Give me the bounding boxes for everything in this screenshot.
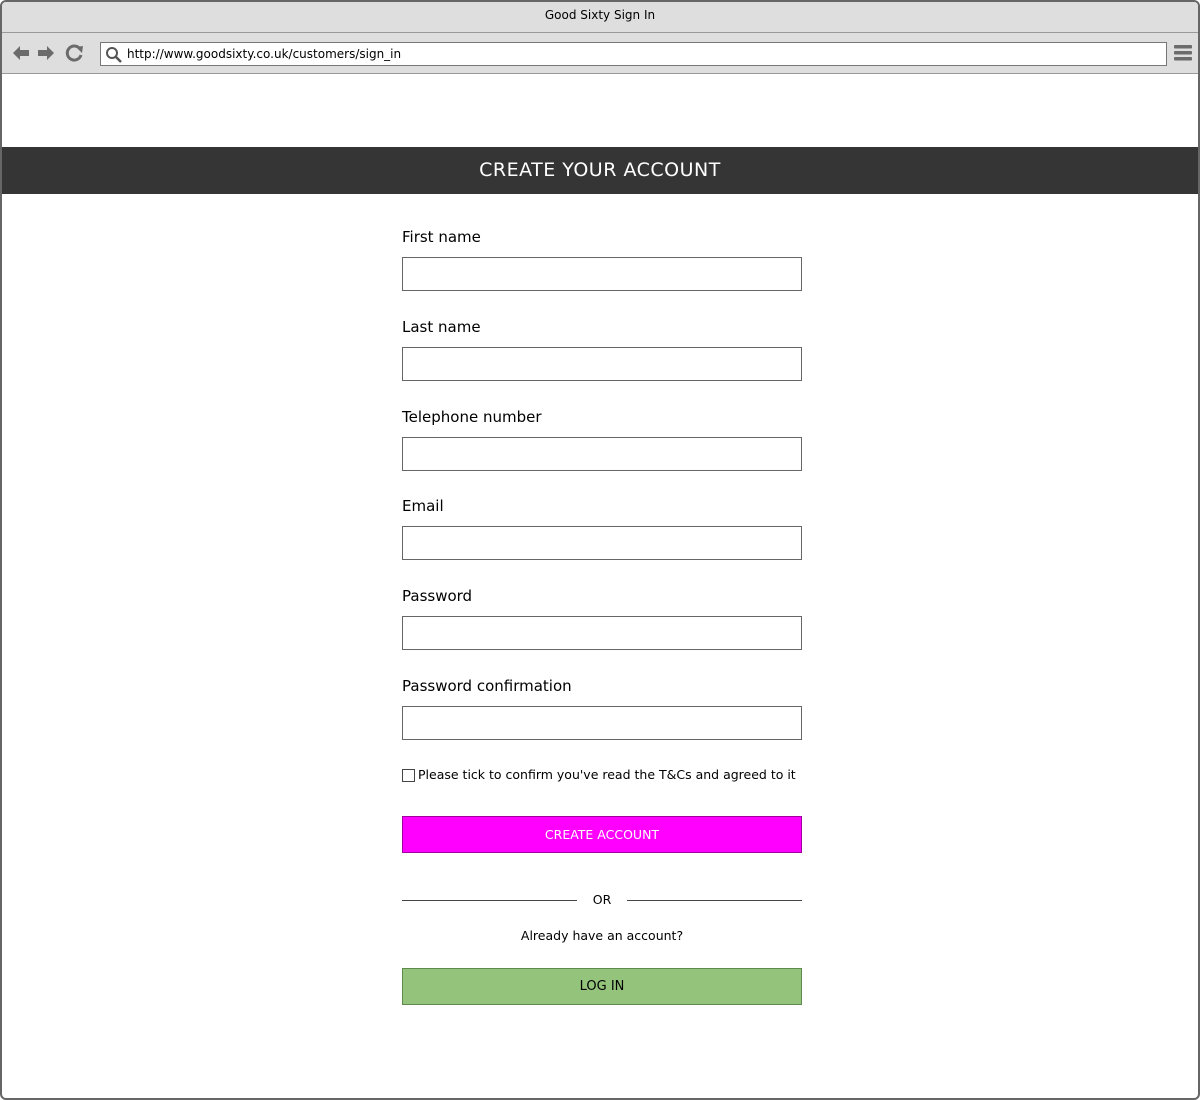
or-divider: OR <box>402 892 802 908</box>
telephone-input[interactable] <box>402 437 802 471</box>
search-icon <box>105 46 123 68</box>
email-label: Email <box>402 497 444 515</box>
password-confirmation-label: Password confirmation <box>402 677 572 695</box>
page-title: CREATE YOUR ACCOUNT <box>479 159 721 181</box>
password-label: Password <box>402 587 473 605</box>
forward-arrow-icon[interactable] <box>35 43 57 63</box>
last-name-label: Last name <box>402 318 481 336</box>
browser-toolbar <box>2 33 1198 74</box>
reload-icon[interactable] <box>64 43 86 63</box>
url-input[interactable] <box>127 45 1157 63</box>
address-bar[interactable] <box>100 42 1167 66</box>
telephone-label: Telephone number <box>402 408 542 426</box>
already-have-account-text: Already have an account? <box>520 928 684 943</box>
window-title: Good Sixty Sign In <box>544 8 656 22</box>
email-input[interactable] <box>402 526 802 560</box>
browser-window: Good Sixty Sign In http://www.goodsixty.… <box>0 0 1200 1100</box>
password-input[interactable] <box>402 616 802 650</box>
log-in-button[interactable]: LOG IN <box>402 968 802 1005</box>
terms-label: Please tick to confirm you've read the T… <box>418 767 796 782</box>
window-title-bar: Good Sixty Sign In <box>2 2 1198 33</box>
hamburger-menu-icon[interactable] <box>1174 44 1192 66</box>
terms-checkbox[interactable] <box>402 769 415 782</box>
page-header-band: CREATE YOUR ACCOUNT <box>2 147 1198 194</box>
back-arrow-icon[interactable] <box>10 43 32 63</box>
create-account-button[interactable]: CREATE ACCOUNT <box>402 816 802 853</box>
password-confirmation-input[interactable] <box>402 706 802 740</box>
or-text: OR <box>592 892 612 907</box>
last-name-input[interactable] <box>402 347 802 381</box>
first-name-label: First name <box>402 228 481 246</box>
first-name-input[interactable] <box>402 257 802 291</box>
